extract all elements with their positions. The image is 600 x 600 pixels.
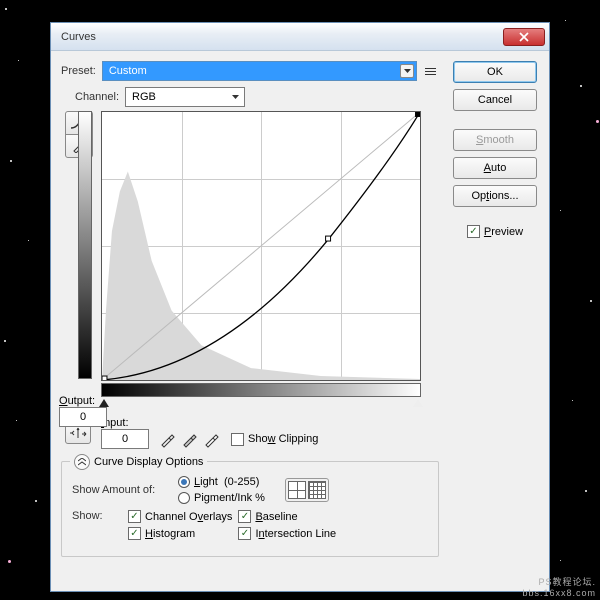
ok-button[interactable]: OK xyxy=(453,61,537,83)
pigment-label: Pigment/Ink % xyxy=(194,492,265,504)
channel-label: Channel: xyxy=(75,91,119,103)
show-amount-label: Show Amount of: xyxy=(72,484,172,496)
chevron-down-icon xyxy=(228,90,242,104)
histogram-checkbox[interactable] xyxy=(128,527,141,540)
grid-simple-button[interactable] xyxy=(288,481,306,499)
window-title: Curves xyxy=(61,31,503,43)
preset-label: Preset: xyxy=(61,65,96,77)
white-point-slider[interactable] xyxy=(413,399,423,407)
black-eyedropper-icon[interactable] xyxy=(159,430,177,448)
preset-value: Custom xyxy=(109,65,147,77)
output-input[interactable]: 0 xyxy=(59,407,107,427)
chevron-down-icon xyxy=(400,64,414,78)
channel-select[interactable]: RGB xyxy=(125,87,245,107)
display-options-legend: Curve Display Options xyxy=(94,456,203,468)
show-clipping-checkbox[interactable] xyxy=(231,433,244,446)
show-clipping-label: Show Clipping xyxy=(248,433,318,445)
smooth-button[interactable]: Smooth xyxy=(453,129,537,151)
preset-menu-icon[interactable] xyxy=(423,63,439,79)
curve-line xyxy=(102,112,420,380)
white-eyedropper-icon[interactable] xyxy=(203,430,221,448)
channel-overlays-checkbox[interactable] xyxy=(128,510,141,523)
curve-canvas[interactable] xyxy=(101,111,421,381)
output-gradient xyxy=(78,111,92,379)
intersection-checkbox[interactable] xyxy=(238,527,251,540)
light-radio[interactable] xyxy=(178,476,190,488)
output-group: Output: 0 xyxy=(59,395,107,427)
show-label: Show: xyxy=(72,510,122,522)
input-input[interactable]: 0 xyxy=(101,429,149,449)
gray-eyedropper-icon[interactable] xyxy=(181,430,199,448)
cancel-button[interactable]: Cancel xyxy=(453,89,537,111)
baseline-label: Baseline xyxy=(255,511,297,523)
close-icon xyxy=(519,32,529,42)
intersection-label: Intersection Line xyxy=(255,528,336,540)
curve-display-options-group: Curve Display Options Show Amount of: Li… xyxy=(61,461,439,557)
preview-checkbox[interactable] xyxy=(467,225,480,238)
output-label: O xyxy=(59,395,68,407)
watermark: PS教程论坛. bbs.16xx8.com xyxy=(522,575,596,598)
pigment-radio[interactable] xyxy=(178,492,190,504)
chevron-up-icon xyxy=(78,458,86,466)
input-gradient[interactable] xyxy=(101,383,421,397)
preview-label: Preview xyxy=(484,226,523,238)
hand-icon xyxy=(69,426,87,440)
curves-dialog: Curves Preset: Custom Channel: RGB xyxy=(50,22,550,592)
collapse-button[interactable] xyxy=(74,454,90,470)
grid-detailed-button[interactable] xyxy=(308,481,326,499)
light-label: Light (0-255) xyxy=(194,476,259,488)
baseline-checkbox[interactable] xyxy=(238,510,251,523)
titlebar[interactable]: Curves xyxy=(51,23,549,51)
close-button[interactable] xyxy=(503,28,545,46)
histogram-label: Histogram xyxy=(145,528,195,540)
channel-overlays-label: Channel Overlays xyxy=(145,511,232,523)
preset-combo[interactable]: Custom xyxy=(102,61,417,81)
channel-value: RGB xyxy=(132,91,156,103)
options-button[interactable]: Options... xyxy=(453,185,537,207)
auto-button[interactable]: Auto xyxy=(453,157,537,179)
